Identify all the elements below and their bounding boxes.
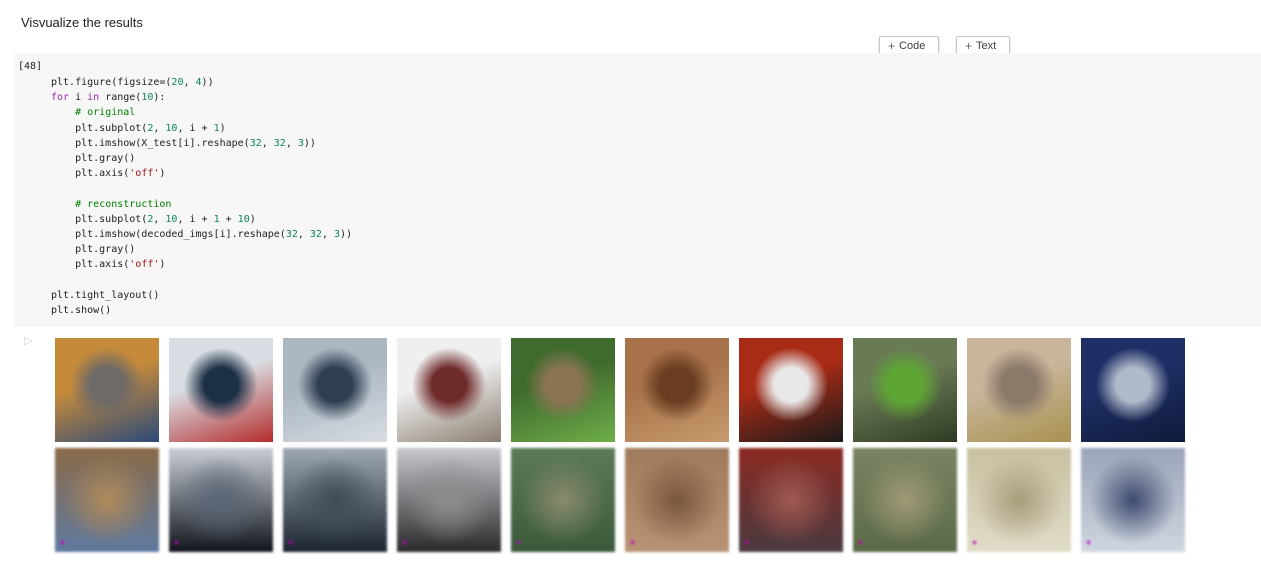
marker-dot bbox=[973, 541, 976, 544]
reconstruction-images-row bbox=[55, 448, 1185, 552]
code-line: plt.subplot(2, 10, i + 1) bbox=[51, 122, 226, 134]
code-line: plt.axis('off') bbox=[51, 168, 166, 180]
add-code-label: Code bbox=[899, 40, 926, 52]
execution-count: [48] bbox=[18, 61, 43, 72]
code-cell[interactable]: [48] plt.figure(figsize=(20, 4)) for i i… bbox=[14, 53, 1261, 327]
original-image-5 bbox=[511, 338, 615, 442]
original-image-8 bbox=[853, 338, 957, 442]
code-line: plt.imshow(decoded_imgs[i].reshape(32, 3… bbox=[51, 229, 353, 241]
reconstructed-image-10 bbox=[1081, 448, 1185, 552]
original-image-3 bbox=[283, 338, 387, 442]
reconstructed-image-6 bbox=[625, 448, 729, 552]
markdown-cell-text: Visvualize the results bbox=[21, 15, 143, 30]
marker-dot bbox=[289, 541, 292, 544]
marker-dot bbox=[745, 541, 748, 544]
code-line: plt.axis('off') bbox=[51, 259, 166, 271]
reconstructed-image-4 bbox=[397, 448, 501, 552]
original-image-4 bbox=[397, 338, 501, 442]
code-line: plt.tight_layout() bbox=[51, 289, 160, 301]
plus-icon: + bbox=[965, 39, 973, 53]
original-image-2 bbox=[169, 338, 273, 442]
code-line: # original bbox=[75, 107, 136, 119]
code-line: plt.gray() bbox=[51, 244, 136, 256]
plus-icon: + bbox=[888, 39, 896, 53]
add-text-label: Text bbox=[976, 40, 997, 52]
original-images-row bbox=[55, 338, 1185, 442]
reconstructed-image-9 bbox=[967, 448, 1071, 552]
marker-dot bbox=[175, 541, 178, 544]
marker-dot bbox=[517, 541, 520, 544]
original-image-10 bbox=[1081, 338, 1185, 442]
marker-dot bbox=[631, 541, 634, 544]
reconstructed-image-8 bbox=[853, 448, 957, 552]
output-arrow-icon: ▷ bbox=[24, 335, 33, 347]
code-line: plt.gray() bbox=[51, 153, 136, 165]
reconstructed-image-7 bbox=[739, 448, 843, 552]
reconstructed-image-2 bbox=[169, 448, 273, 552]
original-image-9 bbox=[967, 338, 1071, 442]
original-image-1 bbox=[55, 338, 159, 442]
marker-dot bbox=[1087, 541, 1090, 544]
original-image-6 bbox=[625, 338, 729, 442]
marker-dot bbox=[61, 541, 64, 544]
reconstructed-image-1 bbox=[55, 448, 159, 552]
code-line: plt.figure(figsize=(20, 4)) bbox=[51, 77, 214, 88]
marker-dot bbox=[859, 541, 862, 544]
reconstructed-image-5 bbox=[511, 448, 615, 552]
original-image-7 bbox=[739, 338, 843, 442]
code-line: plt.imshow(X_test[i].reshape(32, 32, 3)) bbox=[51, 137, 316, 149]
code-editor[interactable]: plt.figure(figsize=(20, 4)) for i in ran… bbox=[51, 75, 352, 318]
reconstructed-image-3 bbox=[283, 448, 387, 552]
code-line: plt.show() bbox=[51, 305, 112, 317]
code-line: plt.subplot(2, 10, i + 1 + 10) bbox=[51, 213, 256, 225]
code-line: # reconstruction bbox=[75, 198, 172, 210]
code-line: for i in range(10): bbox=[51, 92, 166, 104]
marker-dot bbox=[403, 541, 406, 544]
output-area bbox=[55, 338, 1190, 552]
